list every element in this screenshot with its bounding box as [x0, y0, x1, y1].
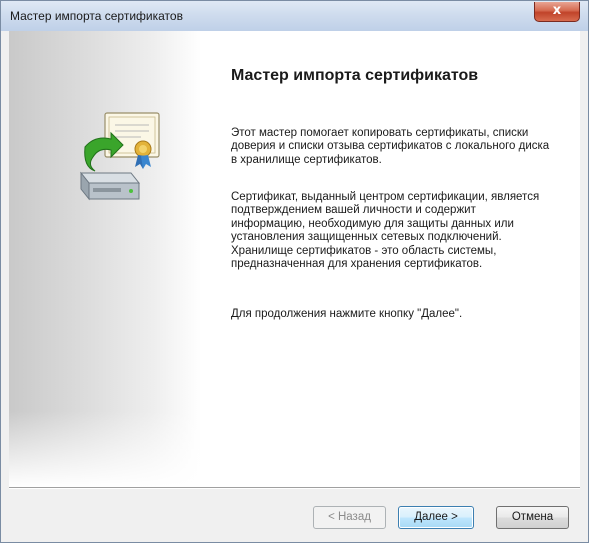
- back-button[interactable]: < Назад: [313, 506, 386, 529]
- wizard-page: Мастер импорта сертификатов Этот мастер …: [9, 31, 580, 487]
- description-paragraph: Сертификат, выданный центром сертификаци…: [231, 191, 540, 271]
- intro-paragraph: Этот мастер помогает копировать сертифик…: [231, 127, 550, 166]
- close-button[interactable]: x: [534, 2, 580, 22]
- page-title: Мастер импорта сертификатов: [231, 67, 479, 84]
- button-separator: [9, 487, 580, 489]
- cancel-button[interactable]: Отмена: [496, 506, 569, 529]
- window-title: Мастер импорта сертификатов: [10, 9, 183, 23]
- wizard-window: Мастер импорта сертификатов x Мастер имп…: [0, 0, 589, 543]
- instruction-paragraph: Для продолжения нажмите кнопку "Далее".: [231, 308, 463, 320]
- side-panel: [9, 31, 201, 487]
- wizard-client-area: Мастер импорта сертификатов Этот мастер …: [9, 31, 580, 536]
- next-button[interactable]: Далее >: [398, 506, 474, 529]
- title-bar[interactable]: Мастер импорта сертификатов x: [1, 1, 588, 31]
- side-panel-fade: [9, 411, 201, 487]
- certificate-import-icon: [79, 112, 160, 201]
- close-icon: x: [552, 3, 562, 18]
